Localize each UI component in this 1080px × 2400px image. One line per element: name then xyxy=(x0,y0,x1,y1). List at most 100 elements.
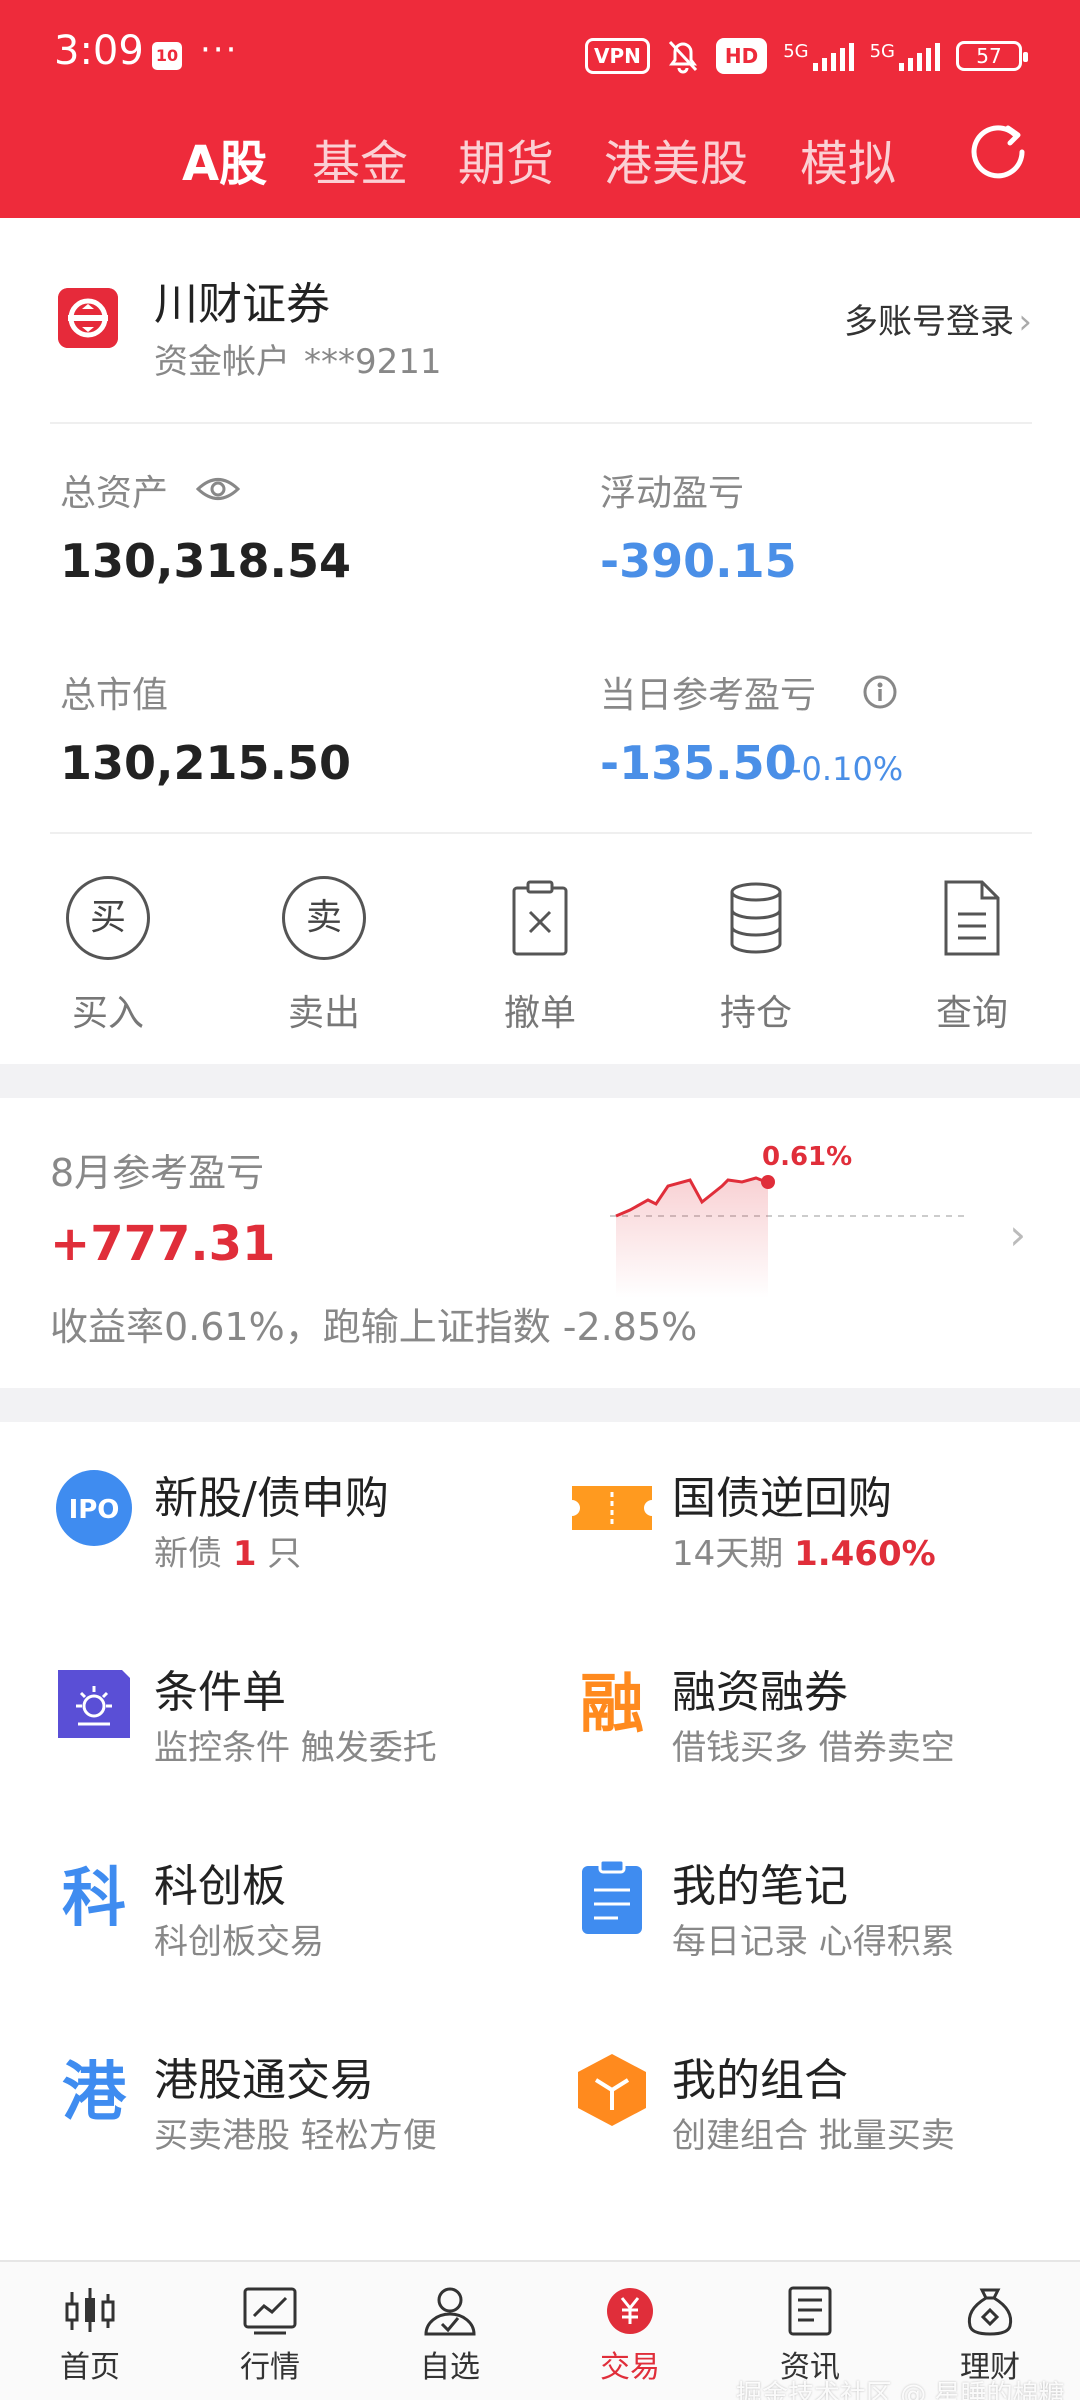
tab-hk-us[interactable]: 港美股 xyxy=(604,124,748,194)
buy-label: 买入 xyxy=(71,993,144,1034)
ipo-subscription-item[interactable]: IPO 新股/债申购 新债 1 只 xyxy=(54,1462,554,1582)
account-card: 川财证券 资金帐户 ***9211 多账号登录 › 总资产 130,318.54 … xyxy=(0,218,1080,1064)
tab-a-shares[interactable]: A股 xyxy=(182,124,267,194)
my-portfolio-item[interactable]: 我的组合 创建组合 批量买卖 xyxy=(572,2044,1072,2164)
svg-text:港: 港 xyxy=(62,2056,127,2130)
ipo-title: 新股/债申购 xyxy=(154,1473,389,1524)
margin-icon: 融 xyxy=(580,1668,644,1742)
nav-watchlist-label: 自选 xyxy=(420,2350,480,2385)
money-bag-icon xyxy=(967,2288,1013,2336)
conditional-order-icon xyxy=(58,1670,130,1738)
sell-label: 卖出 xyxy=(287,993,360,1034)
tab-funds[interactable]: 基金 xyxy=(312,124,408,194)
tab-futures[interactable]: 期货 xyxy=(458,124,554,194)
divider xyxy=(50,422,1032,424)
status-icons: VPN HD 5G 5G 57 xyxy=(584,34,1028,78)
yuan-coin-icon xyxy=(607,2288,653,2334)
my-notes-item[interactable]: 我的笔记 每日记录 心得积累 xyxy=(572,1850,1072,1970)
sell-icon: 卖 xyxy=(282,876,366,960)
repo-rate: 1.460% xyxy=(794,1534,936,1574)
conditional-order-item[interactable]: 条件单 监控条件 触发委托 xyxy=(54,1656,554,1776)
monthly-profit-title: 8月参考盈亏 xyxy=(50,1151,265,1195)
document-icon xyxy=(944,880,1000,956)
total-assets-value: 130,318.54 xyxy=(60,534,352,588)
return-description: 收益率0.61%，跑输上证指数 -2.85% xyxy=(50,1305,698,1349)
signal-icon-2: 5G xyxy=(870,41,940,71)
margin-trading-subtitle: 借钱买多 借券卖空 xyxy=(672,1728,955,1768)
star-market-subtitle: 科创板交易 xyxy=(154,1922,324,1962)
new-bond-count: 1 xyxy=(232,1534,257,1574)
vpn-icon: VPN xyxy=(584,38,650,74)
nav-home-label: 首页 xyxy=(60,2350,120,2385)
daily-pl-label: 当日参考盈亏 xyxy=(600,675,817,716)
reverse-repo-title: 国债逆回购 xyxy=(672,1473,892,1524)
query-button[interactable]: 查询 xyxy=(902,876,1042,1036)
database-icon xyxy=(730,882,782,954)
margin-trading-item[interactable]: 融 融资融券 借钱买多 借券卖空 xyxy=(572,1656,1072,1776)
nav-watchlist[interactable]: 自选 xyxy=(360,2262,540,2400)
mute-bell-icon xyxy=(668,40,697,74)
hk-connect-item[interactable]: 港 港股通交易 买卖港股 轻松方便 xyxy=(54,2044,554,2164)
nav-home[interactable]: 首页 xyxy=(0,2262,180,2400)
nav-market[interactable]: 行情 xyxy=(180,2262,360,2400)
signal-icon: 5G xyxy=(783,41,854,71)
tab-simulation[interactable]: 模拟 xyxy=(800,124,896,194)
conditional-order-subtitle: 监控条件 触发委托 xyxy=(154,1728,437,1768)
user-check-icon xyxy=(424,2287,476,2336)
monthly-profit-value: +777.31 xyxy=(50,1216,276,1272)
cancel-order-icon xyxy=(512,880,568,956)
daily-pl-percent: -0.10% xyxy=(790,750,904,788)
buy-button[interactable]: 买 买入 xyxy=(38,876,178,1036)
hd-icon: HD xyxy=(715,38,768,74)
star-market-item[interactable]: 科 科创板 科创板交易 xyxy=(54,1850,554,1970)
query-label: 查询 xyxy=(935,993,1008,1034)
market-value-value: 130,215.50 xyxy=(60,736,352,790)
nav-trade-label: 交易 xyxy=(600,2350,660,2385)
status-bar: 3:09 10 ··· VPN HD 5G 5G 57 xyxy=(0,0,1080,110)
sell-button[interactable]: 卖 卖出 xyxy=(254,876,394,1036)
market-tabs: A股 基金 期货 港美股 模拟 xyxy=(0,110,1080,210)
monthly-profit-card[interactable]: 8月参考盈亏 +777.31 收益率0.61%，跑输上证指数 -2.85% 0.… xyxy=(0,1098,1080,1388)
my-portfolio-title: 我的组合 xyxy=(672,2055,848,2106)
multi-account-login-link[interactable]: 多账号登录 xyxy=(844,294,1014,343)
function-grid: IPO 新股/债申购 新债 1 只 国债逆回购 14天期 1.460% 条件单 … xyxy=(0,1422,1080,2260)
eye-icon[interactable] xyxy=(196,474,240,504)
ipo-icon: IPO xyxy=(56,1470,132,1546)
my-portfolio-subtitle: 创建组合 批量买卖 xyxy=(672,2116,955,2156)
account-info: 资金帐户 ***9211 xyxy=(154,334,456,383)
account-label: 资金帐户 xyxy=(154,342,290,382)
hk-connect-subtitle: 买卖港股 轻松方便 xyxy=(154,2116,437,2156)
positions-button[interactable]: 持仓 xyxy=(686,876,826,1036)
status-time: 3:09 xyxy=(54,28,144,74)
battery-icon: 57 xyxy=(956,41,1028,71)
floating-pl-value: -390.15 xyxy=(600,534,797,588)
reverse-repo-subtitle: 14天期 1.460% xyxy=(672,1534,936,1574)
sparkline-percent: 0.61% xyxy=(762,1142,853,1172)
account-number: ***9211 xyxy=(304,342,442,382)
star-market-title: 科创板 xyxy=(154,1861,286,1912)
star-market-icon: 科 xyxy=(62,1862,126,1936)
ticket-icon xyxy=(572,1486,652,1530)
chevron-right-icon[interactable]: › xyxy=(1009,1210,1026,1259)
candlestick-icon xyxy=(65,2288,115,2332)
svg-text:科: 科 xyxy=(62,1862,126,1936)
my-notes-subtitle: 每日记录 心得积累 xyxy=(672,1922,955,1962)
conditional-order-title: 条件单 xyxy=(154,1667,286,1718)
nav-trade[interactable]: 交易 xyxy=(540,2262,720,2400)
refresh-icon[interactable] xyxy=(966,118,1030,182)
market-value-label: 总市值 xyxy=(60,675,169,716)
nav-market-label: 行情 xyxy=(240,2350,300,2385)
reverse-repo-item[interactable]: 国债逆回购 14天期 1.460% xyxy=(572,1462,1072,1582)
margin-trading-title: 融资融券 xyxy=(672,1667,848,1718)
cancel-order-label: 撤单 xyxy=(503,993,576,1034)
broker-logo xyxy=(58,288,118,348)
chevron-right-icon[interactable]: › xyxy=(1018,302,1032,342)
cancel-order-button[interactable]: 撤单 xyxy=(470,876,610,1036)
chart-monitor-icon xyxy=(243,2287,297,2335)
cube-icon xyxy=(578,2054,646,2126)
info-icon[interactable] xyxy=(862,674,898,710)
hk-connect-title: 港股通交易 xyxy=(154,2055,374,2106)
watermark: 掘金技术社区 @ 星睡的棉糖 xyxy=(736,2380,1065,2400)
floating-pl-label: 浮动盈亏 xyxy=(600,473,745,514)
broker-name: 川财证券 xyxy=(154,279,330,330)
